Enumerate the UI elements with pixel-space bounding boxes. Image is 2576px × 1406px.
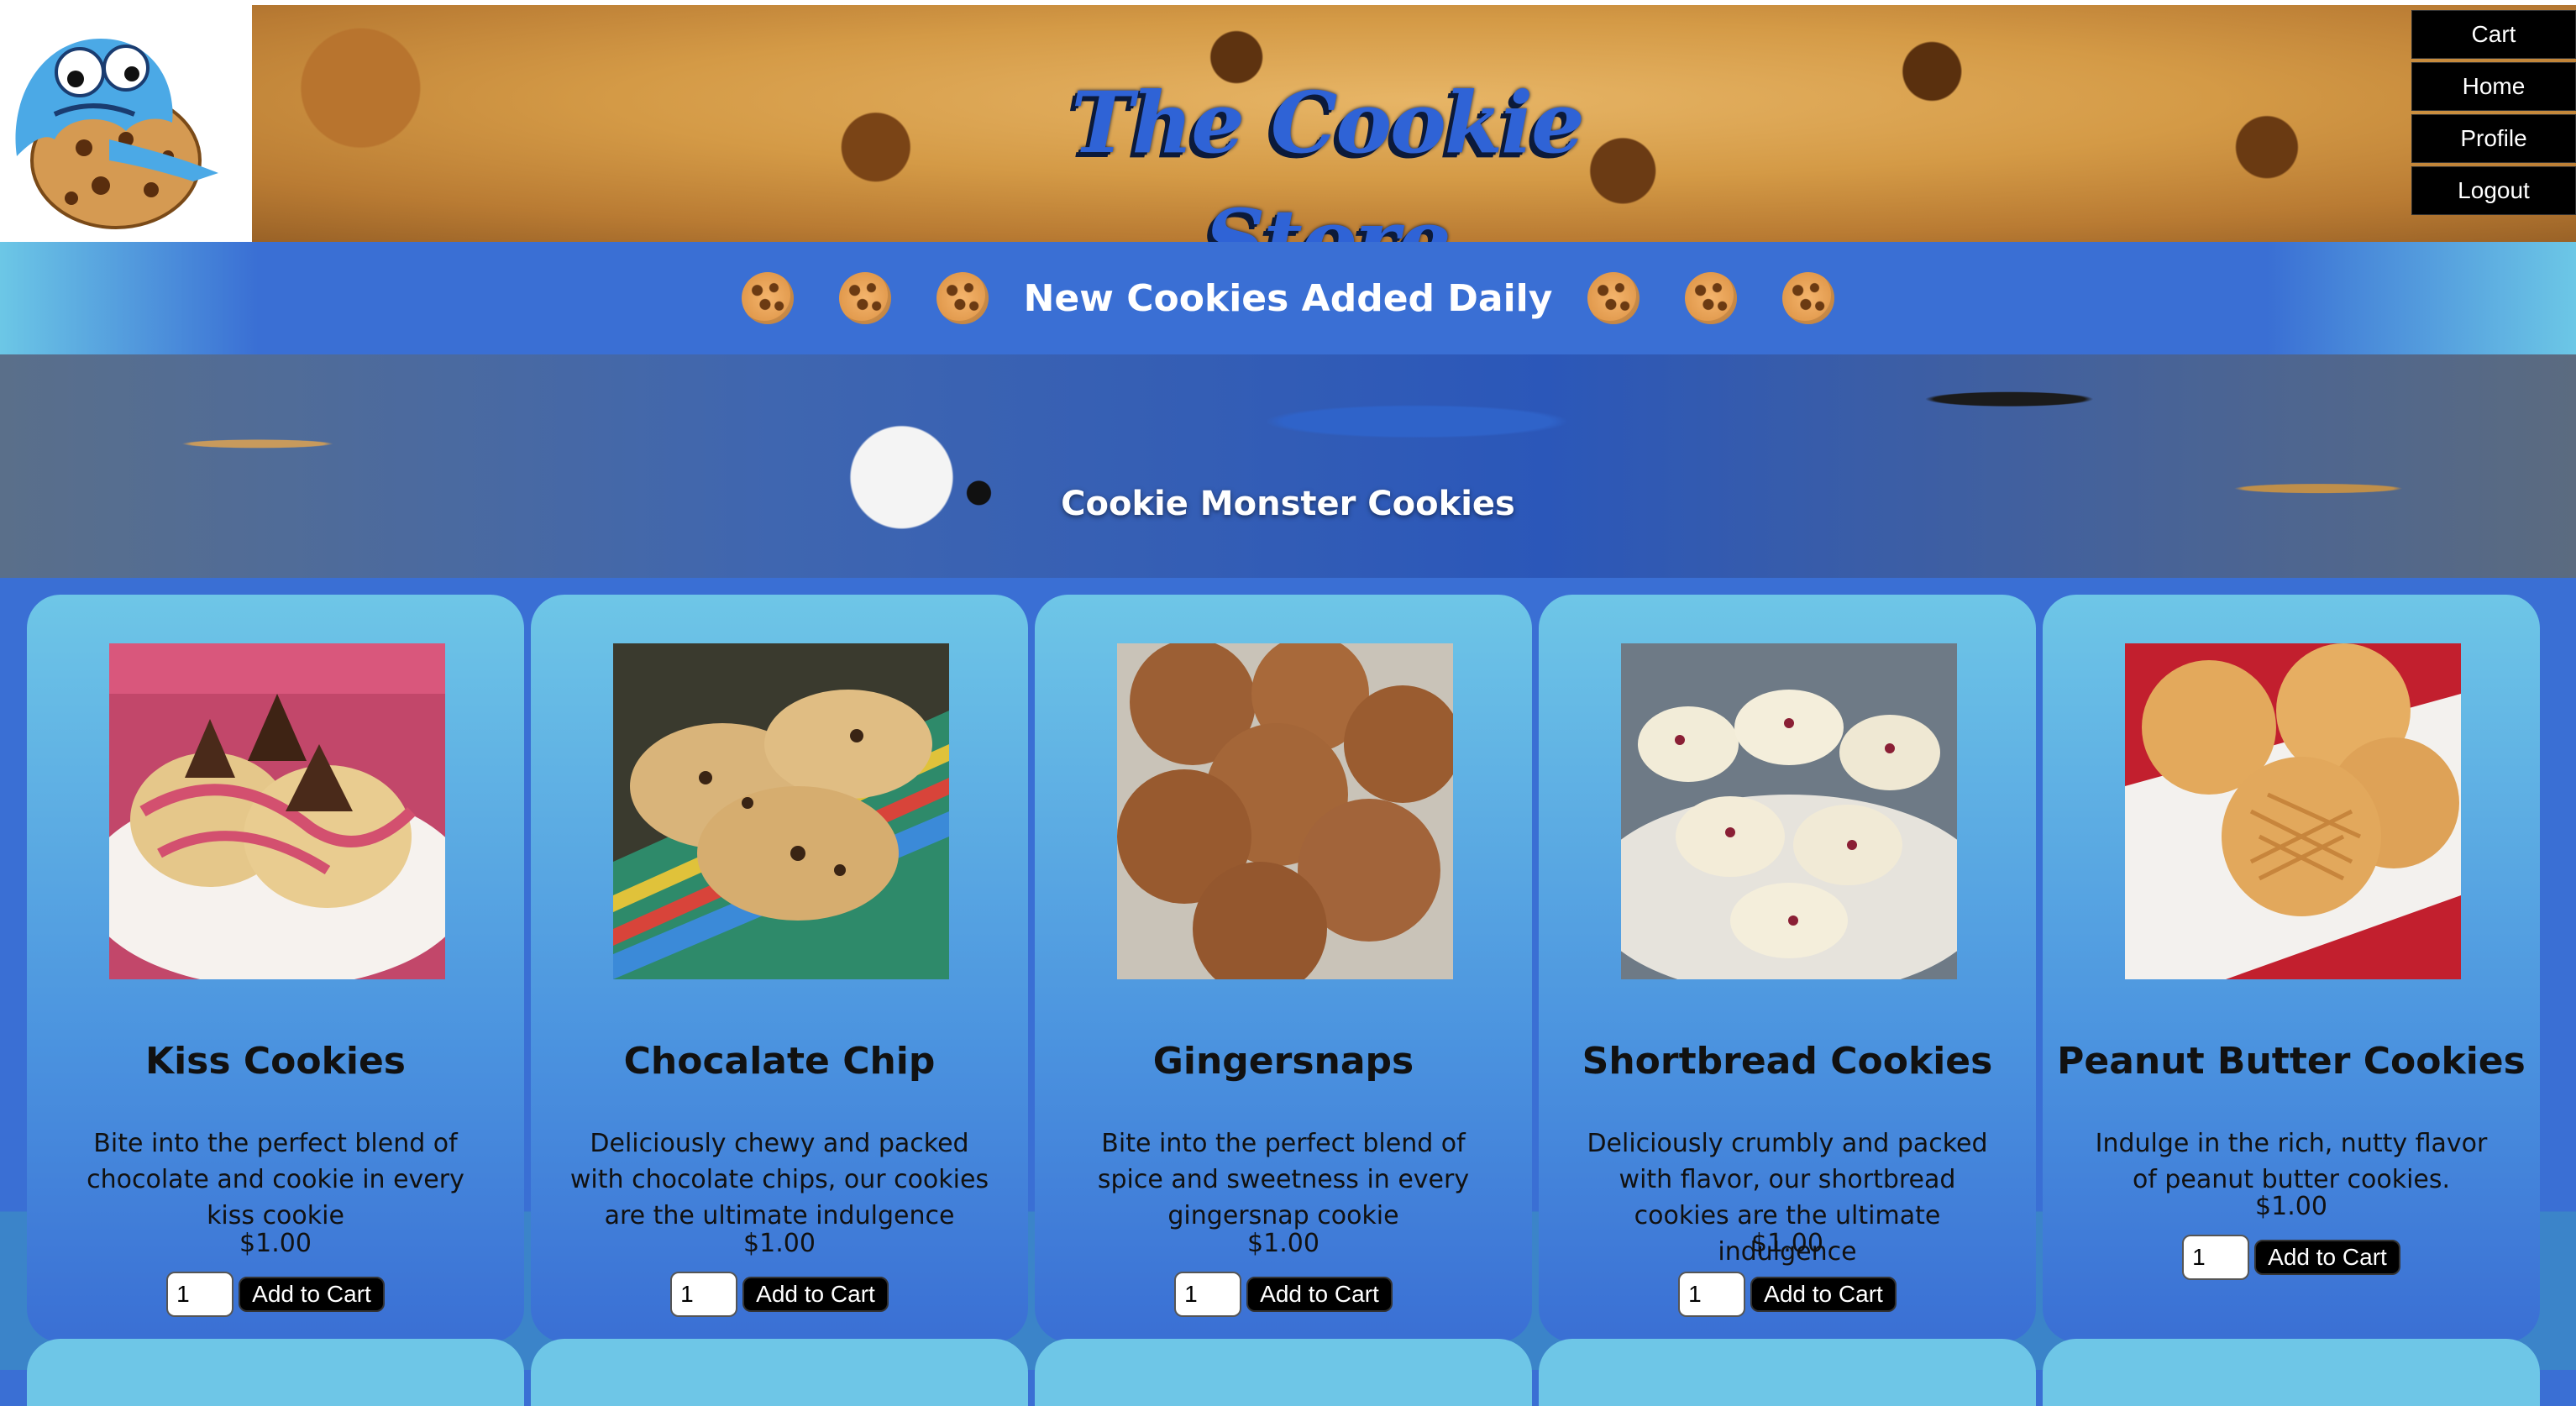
- product-card-partial: [531, 1339, 1028, 1406]
- quantity-input[interactable]: [1174, 1272, 1242, 1317]
- add-to-cart-form: Add to Cart: [2043, 1235, 2540, 1280]
- add-to-cart-button[interactable]: Add to Cart: [742, 1277, 889, 1312]
- main-nav: Cart Home Profile Logout: [2411, 10, 2576, 215]
- product-description: Indulge in the rich, nutty flavor of pea…: [2095, 1129, 2488, 1194]
- nav-cart-link[interactable]: Cart: [2411, 10, 2576, 59]
- cookie-monster-logo[interactable]: [8, 22, 218, 232]
- product-price: $1.00: [743, 1229, 816, 1258]
- nav-profile-link[interactable]: Profile: [2411, 114, 2576, 163]
- cookie-icon: [1782, 272, 1835, 324]
- product-name: Gingersnaps: [1152, 1040, 1414, 1083]
- add-to-cart-button[interactable]: Add to Cart: [1246, 1277, 1393, 1312]
- product-name: Shortbread Cookies: [1582, 1040, 1993, 1083]
- site-header: The Cookie Store Cart Home Profile Logou…: [0, 0, 2576, 290]
- product-card-partial: [27, 1339, 524, 1406]
- hero-title: Cookie Monster Cookies: [1061, 485, 1515, 523]
- product-name: Peanut Butter Cookies: [2057, 1040, 2526, 1083]
- product-image[interactable]: [613, 643, 949, 979]
- quantity-input[interactable]: [2182, 1235, 2250, 1280]
- product-name: Chocalate Chip: [623, 1040, 936, 1083]
- cookie-icon: [838, 272, 891, 324]
- product-description: Bite into the perfect blend of spice and…: [1097, 1129, 1470, 1230]
- product-description: Bite into the perfect blend of chocolate…: [87, 1129, 464, 1230]
- site-title: The Cookie Store: [1071, 73, 1584, 290]
- product-image[interactable]: [1621, 643, 1957, 979]
- hero-image: Cookie Monster Cookies: [0, 354, 2576, 578]
- product-image[interactable]: [109, 643, 445, 979]
- quantity-input[interactable]: [670, 1272, 738, 1317]
- product-price: $1.00: [2255, 1192, 2327, 1221]
- banner-text: New Cookies Added Daily: [1023, 276, 1553, 320]
- cookie-icon: [1587, 272, 1640, 324]
- announcement-banner: New Cookies Added Daily: [0, 242, 2576, 354]
- cookie-icon: [936, 272, 989, 324]
- add-to-cart-form: Add to Cart: [1539, 1272, 2036, 1317]
- cookie-icon: [741, 272, 794, 324]
- nav-logout-link[interactable]: Logout: [2411, 166, 2576, 215]
- product-card-partial: [1035, 1339, 1532, 1406]
- product-image[interactable]: [2125, 643, 2461, 979]
- add-to-cart-button[interactable]: Add to Cart: [1750, 1277, 1897, 1312]
- product-card: Shortbread Cookies Deliciously crumbly a…: [1539, 595, 2036, 1342]
- product-card-partial: [2043, 1339, 2540, 1406]
- product-price: $1.00: [1247, 1229, 1319, 1258]
- product-image[interactable]: [1117, 643, 1453, 979]
- quantity-input[interactable]: [166, 1272, 234, 1317]
- add-to-cart-form: Add to Cart: [1035, 1272, 1532, 1317]
- product-price: $1.00: [239, 1229, 312, 1258]
- product-description: Deliciously chewy and packed with chocol…: [569, 1129, 989, 1230]
- product-card: Chocalate Chip Deliciously chewy and pac…: [531, 595, 1028, 1342]
- add-to-cart-form: Add to Cart: [27, 1272, 524, 1317]
- product-card: Kiss Cookies Bite into the perfect blend…: [27, 595, 524, 1342]
- add-to-cart-button[interactable]: Add to Cart: [239, 1277, 385, 1312]
- cookie-icon: [1685, 272, 1738, 324]
- product-name: Kiss Cookies: [145, 1040, 406, 1083]
- product-card: Gingersnaps Bite into the perfect blend …: [1035, 595, 1532, 1342]
- product-grid: Kiss Cookies Bite into the perfect blend…: [0, 578, 2576, 1406]
- add-to-cart-button[interactable]: Add to Cart: [2254, 1240, 2400, 1275]
- nav-home-link[interactable]: Home: [2411, 62, 2576, 111]
- add-to-cart-form: Add to Cart: [531, 1272, 1028, 1317]
- quantity-input[interactable]: [1678, 1272, 1746, 1317]
- product-card-partial: [1539, 1339, 2036, 1406]
- product-price: $1.00: [1751, 1229, 1823, 1258]
- logo-area: [0, 5, 252, 247]
- product-card: Peanut Butter Cookies Indulge in the ric…: [2043, 595, 2540, 1342]
